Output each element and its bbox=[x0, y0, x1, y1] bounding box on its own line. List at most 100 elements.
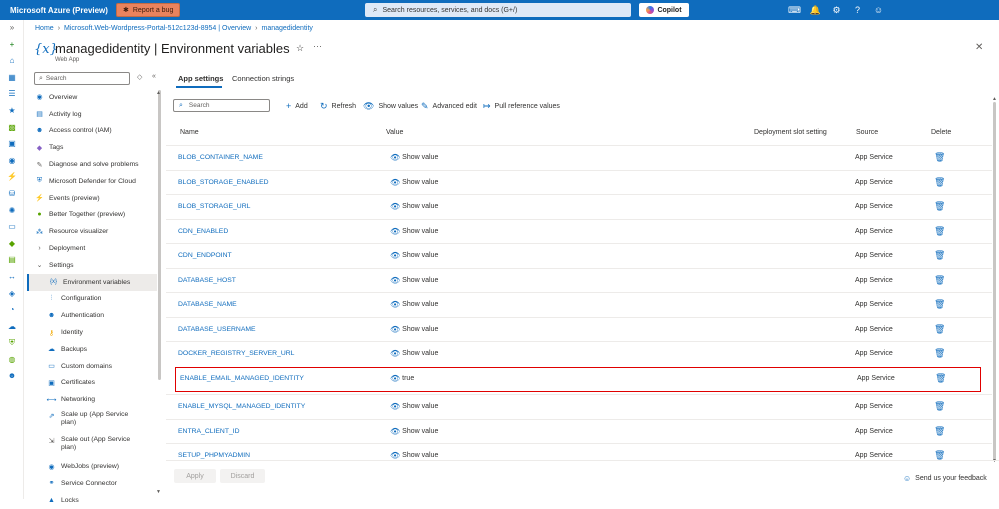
scroll-up-icon[interactable]: ▲ bbox=[156, 90, 161, 96]
trash-icon[interactable]: 🗑 bbox=[934, 348, 945, 359]
advanced-edit-button[interactable]: ✎ Advanced edit bbox=[421, 101, 477, 112]
sidebar-item-authentication[interactable]: ☻ Authentication bbox=[27, 307, 157, 324]
add-button[interactable]: + Add bbox=[286, 101, 308, 111]
more-options-icon[interactable]: ··· bbox=[313, 41, 322, 51]
trash-icon[interactable]: 🗑 bbox=[934, 401, 945, 412]
sidebar-item-webjobs[interactable]: ◉ WebJobs (preview) bbox=[27, 458, 157, 475]
setting-name-link[interactable]: ENABLE_EMAIL_MANAGED_IDENTITY bbox=[180, 375, 304, 382]
help-icon[interactable]: ? bbox=[847, 5, 868, 15]
close-icon[interactable]: ✕ bbox=[975, 42, 983, 53]
value-cell[interactable]: 👁 true bbox=[390, 374, 414, 383]
pull-reference-values-button[interactable]: ↦ Pull reference values bbox=[483, 101, 560, 112]
virtual-machines-icon[interactable]: ▭ bbox=[0, 219, 24, 236]
entra-id-icon[interactable]: ◈ bbox=[0, 286, 24, 303]
setting-name-link[interactable]: ENTRA_CLIENT_ID bbox=[178, 428, 240, 435]
user-icon[interactable]: ☻ bbox=[0, 368, 24, 385]
setting-name-link[interactable]: DATABASE_HOST bbox=[178, 277, 236, 284]
refresh-button[interactable]: ↻ Refresh bbox=[320, 101, 356, 112]
storage-accounts-icon[interactable]: ▤ bbox=[0, 252, 24, 269]
feedback-icon[interactable]: ☺ bbox=[868, 5, 889, 15]
brand-title[interactable]: Microsoft Azure (Preview) bbox=[10, 6, 116, 15]
setting-name-link[interactable]: ENABLE_MYSQL_MANAGED_IDENTITY bbox=[178, 403, 305, 410]
show-value-button[interactable]: 👁 Show value bbox=[390, 451, 438, 460]
sidebar-scrollbar[interactable] bbox=[158, 90, 161, 380]
breadcrumb-current[interactable]: managedidentity bbox=[262, 25, 313, 32]
trash-icon[interactable]: 🗑 bbox=[934, 324, 945, 335]
show-value-button[interactable]: 👁 Show value bbox=[390, 202, 438, 211]
trash-icon[interactable]: 🗑 bbox=[934, 201, 945, 212]
report-bug-button[interactable]: ✱ Report a bug bbox=[116, 3, 181, 17]
favorites-star-icon[interactable]: ★ bbox=[0, 103, 24, 120]
virtual-networks-icon[interactable]: ↔ bbox=[0, 269, 24, 286]
sidebar-item-certificates[interactable]: ▣ Certificates bbox=[27, 375, 157, 392]
setting-name-link[interactable]: BLOB_STORAGE_URL bbox=[178, 203, 250, 210]
setting-name-link[interactable]: DOCKER_REGISTRY_SERVER_URL bbox=[178, 350, 294, 357]
breadcrumb-home[interactable]: Home bbox=[35, 25, 54, 32]
sidebar-item-service-connector[interactable]: ⚭ Service Connector bbox=[27, 475, 157, 492]
sidebar-item-configuration[interactable]: ⫶ Configuration bbox=[27, 291, 157, 308]
show-values-button[interactable]: 👁 Show values bbox=[363, 101, 418, 112]
dashboard-icon[interactable]: ▦ bbox=[0, 70, 24, 87]
collapse-sidebar-icon[interactable]: « bbox=[152, 73, 156, 80]
scroll-down-icon[interactable]: ▼ bbox=[992, 458, 997, 464]
load-balancers-icon[interactable]: ◆ bbox=[0, 236, 24, 253]
trash-icon[interactable]: 🗑 bbox=[934, 177, 945, 188]
show-value-button[interactable]: 👁 Show value bbox=[390, 402, 438, 411]
apply-button[interactable]: Apply bbox=[174, 469, 216, 483]
sidebar-group-deployment[interactable]: › Deployment bbox=[27, 240, 157, 257]
tab-connection-strings[interactable]: Connection strings bbox=[232, 74, 294, 83]
home-icon[interactable]: ⌂ bbox=[0, 53, 24, 70]
trash-icon[interactable]: 🗑 bbox=[934, 450, 945, 460]
setting-name-link[interactable]: CDN_ENABLED bbox=[178, 228, 228, 235]
show-value-button[interactable]: 👁 Show value bbox=[390, 227, 438, 236]
setting-name-link[interactable]: BLOB_CONTAINER_NAME bbox=[178, 154, 263, 161]
show-value-button[interactable]: 👁 Show value bbox=[390, 251, 438, 260]
sidebar-item-activity-log[interactable]: ▤ Activity log bbox=[27, 106, 157, 123]
show-value-button[interactable]: 👁 Show value bbox=[390, 349, 438, 358]
copilot-button[interactable]: Copilot bbox=[639, 3, 689, 17]
sidebar-item-access-control[interactable]: ☻ Access control (IAM) bbox=[27, 123, 157, 140]
all-services-icon[interactable]: ☰ bbox=[0, 86, 24, 103]
breadcrumb-resource-group[interactable]: Microsoft.Web-Wordpress-Portal-512c123d-… bbox=[64, 25, 251, 32]
favorite-star-icon[interactable]: ☆ bbox=[296, 43, 304, 54]
show-value-button[interactable]: 👁 Show value bbox=[390, 300, 438, 309]
sql-database-icon[interactable]: ⛁ bbox=[0, 186, 24, 203]
sidebar-item-tags[interactable]: ◆ Tags bbox=[27, 139, 157, 156]
cloud-shell-icon[interactable]: ⌨ bbox=[784, 5, 805, 16]
sidebar-item-diagnose[interactable]: ✎ Diagnose and solve problems bbox=[27, 156, 157, 173]
scroll-up-icon[interactable]: ▲ bbox=[992, 96, 997, 102]
show-value-button[interactable]: 👁 Show value bbox=[390, 276, 438, 285]
send-feedback-link[interactable]: ☺ Send us your feedback bbox=[903, 474, 987, 483]
sidebar-group-settings[interactable]: ⌄ Settings bbox=[27, 257, 157, 274]
show-value-button[interactable]: 👁 Show value bbox=[390, 153, 438, 162]
sidebar-item-better-together[interactable]: ● Better Together (preview) bbox=[27, 207, 157, 224]
sidebar-item-locks[interactable]: ▲ Locks bbox=[27, 492, 157, 509]
setting-name-link[interactable]: SETUP_PHPMYADMIN bbox=[178, 452, 250, 459]
sidebar-search-input[interactable]: ⌕ Search bbox=[34, 72, 130, 85]
resource-groups-icon[interactable]: ▣ bbox=[0, 136, 24, 153]
show-value-button[interactable]: 👁 Show value bbox=[390, 325, 438, 334]
sidebar-item-scale-up[interactable]: ⇗ Scale up (App Service plan) bbox=[27, 408, 157, 433]
sidebar-item-networking[interactable]: ⟷ Networking bbox=[27, 391, 157, 408]
function-app-icon[interactable]: ⚡ bbox=[0, 169, 24, 186]
cosmos-db-icon[interactable]: ✺ bbox=[0, 203, 24, 220]
trash-icon[interactable]: 🗑 bbox=[934, 250, 945, 261]
setting-name-link[interactable]: BLOB_STORAGE_ENABLED bbox=[178, 179, 269, 186]
defender-icon[interactable]: ⛨ bbox=[0, 335, 24, 352]
sidebar-item-resource-visualizer[interactable]: ⁂ Resource visualizer bbox=[27, 223, 157, 240]
setting-name-link[interactable]: DATABASE_USERNAME bbox=[178, 326, 256, 333]
trash-icon[interactable]: 🗑 bbox=[934, 226, 945, 237]
expand-menu-icon[interactable]: » bbox=[0, 20, 24, 37]
setting-name-link[interactable]: CDN_ENDPOINT bbox=[178, 252, 232, 259]
setting-name-link[interactable]: DATABASE_NAME bbox=[178, 301, 237, 308]
gear-icon[interactable]: ⚙ bbox=[826, 5, 847, 16]
tab-app-settings[interactable]: App settings bbox=[178, 74, 223, 83]
monitor-icon[interactable]: ◔ bbox=[0, 302, 24, 319]
table-scrollbar[interactable] bbox=[993, 102, 996, 460]
all-resources-icon[interactable]: ▩ bbox=[0, 120, 24, 137]
global-search-input[interactable]: ⌕ Search resources, services, and docs (… bbox=[365, 3, 631, 17]
trash-icon[interactable]: 🗑 bbox=[934, 426, 945, 437]
sidebar-item-identity[interactable]: ⚷ Identity bbox=[27, 324, 157, 341]
sidebar-item-custom-domains[interactable]: ▭ Custom domains bbox=[27, 358, 157, 375]
show-value-button[interactable]: 👁 Show value bbox=[390, 178, 438, 187]
